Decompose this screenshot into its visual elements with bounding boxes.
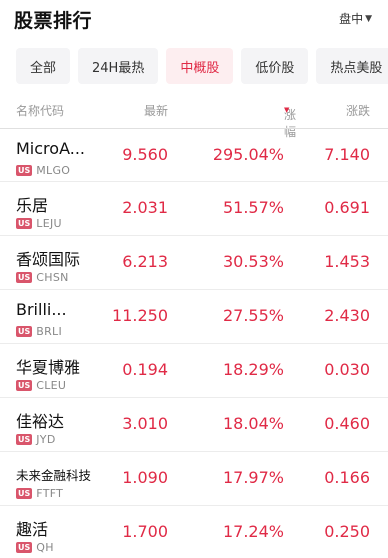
stock-change: 0.691 [324,198,370,217]
stock-change: 0.030 [324,360,370,379]
stock-change: 0.250 [324,522,370,541]
tab-24h-hot[interactable]: 24H最热 [78,48,159,84]
stock-price: 0.194 [122,360,168,379]
stock-change: 0.166 [324,468,370,487]
stock-name: 香颂国际 [16,250,81,269]
market-badge: US [16,326,33,337]
market-badge: US [16,165,33,176]
market-status-label: 盘中 [339,12,364,26]
stock-ranking-page: 股票排行 盘中 ▼ 全部 24H最热 中概股 低价股 热点美股 名称代码 最新 … [0,0,388,558]
header: 股票排行 盘中 ▼ [0,0,388,38]
stock-change-percent: 17.97% [222,468,284,487]
tab-all[interactable]: 全部 [16,48,71,84]
stock-change-percent: 295.04% [212,145,284,164]
stock-change-percent: 18.04% [222,414,284,433]
stock-row[interactable]: 佳裕达 US JYD 3.010 18.04% 0.460 [0,398,388,452]
stock-code: LEJU [36,217,62,230]
stock-change: 0.460 [324,414,370,433]
stock-code-line: US BRLI [16,325,62,338]
column-header: 名称代码 最新 涨幅 ▼ 涨跌 [0,98,388,139]
stock-code-line: US JYD [16,433,56,446]
market-badge: US [16,380,33,391]
stock-price: 11.250 [112,306,168,325]
stock-row[interactable]: 乐居 US LEJU 2.031 51.57% 0.691 [0,182,388,236]
stock-row[interactable]: 华夏博雅 US CLEU 0.194 18.29% 0.030 [0,344,388,398]
market-badge: US [16,488,33,499]
stock-code-line: US FTFT [16,487,63,500]
market-badge: US [16,272,33,283]
stock-code: FTFT [36,487,64,500]
stock-name: Brilli... [16,300,67,319]
sort-desc-icon: ▼ [284,106,290,114]
stock-name: 趣活 [16,520,49,539]
stock-row[interactable]: Brilli... US BRLI 11.250 27.55% 2.430 [0,290,388,344]
stock-name: 乐居 [16,196,49,215]
stock-code: JYD [36,433,56,446]
stock-row[interactable]: 香颂国际 US CHSN 6.213 30.53% 1.453 [0,236,388,290]
column-change[interactable]: 涨跌 [346,102,370,119]
stock-list: MicroA... US MLGO 9.560 295.04% 7.140 乐居… [0,128,388,558]
column-name: 名称代码 [16,104,65,118]
stock-code-line: US CHSN [16,271,69,284]
stock-code: CHSN [36,271,69,284]
market-status-dropdown[interactable]: 盘中 ▼ [339,10,372,27]
stock-price: 9.560 [122,145,168,164]
stock-price: 1.090 [122,468,168,487]
tab-hot-us-stocks[interactable]: 热点美股 [316,48,388,84]
market-badge: US [16,434,33,445]
stock-price: 3.010 [122,414,168,433]
tab-china-concept[interactable]: 中概股 [166,48,234,84]
stock-code-line: US CLEU [16,379,66,392]
stock-change-percent: 30.53% [222,252,284,271]
stock-name: 华夏博雅 [16,358,81,377]
column-price[interactable]: 最新 [144,102,168,119]
category-tabs: 全部 24H最热 中概股 低价股 热点美股 [0,48,388,84]
market-badge: US [16,542,33,553]
stock-name: 佳裕达 [16,412,65,431]
stock-row[interactable]: 未来金融科技 US FTFT 1.090 17.97% 0.166 [0,452,388,506]
stock-price: 6.213 [122,252,168,271]
stock-change-percent: 17.24% [222,522,284,541]
stock-change: 7.140 [324,145,370,164]
stock-code: MLGO [36,164,71,177]
stock-name: 未来金融科技 [16,468,92,483]
tab-low-price[interactable]: 低价股 [241,48,309,84]
stock-code: BRLI [36,325,63,338]
stock-change-percent: 51.57% [222,198,284,217]
stock-change-percent: 18.29% [222,360,284,379]
stock-price: 1.700 [122,522,168,541]
stock-price: 2.031 [122,198,168,217]
stock-code-line: US LEJU [16,217,62,230]
stock-change: 1.453 [324,252,370,271]
stock-name: MicroA... [16,139,85,158]
chevron-down-icon: ▼ [365,13,372,24]
market-badge: US [16,218,33,229]
page-title: 股票排行 [14,10,93,32]
stock-code: CLEU [36,379,67,392]
stock-code-line: US QH [16,541,54,554]
stock-code: QH [36,541,54,554]
stock-row[interactable]: 趣活 US QH 1.700 17.24% 0.250 [0,506,388,558]
stock-code-line: US MLGO [16,164,70,177]
stock-change: 2.430 [324,306,370,325]
stock-change-percent: 27.55% [222,306,284,325]
stock-row[interactable]: MicroA... US MLGO 9.560 295.04% 7.140 [0,128,388,182]
